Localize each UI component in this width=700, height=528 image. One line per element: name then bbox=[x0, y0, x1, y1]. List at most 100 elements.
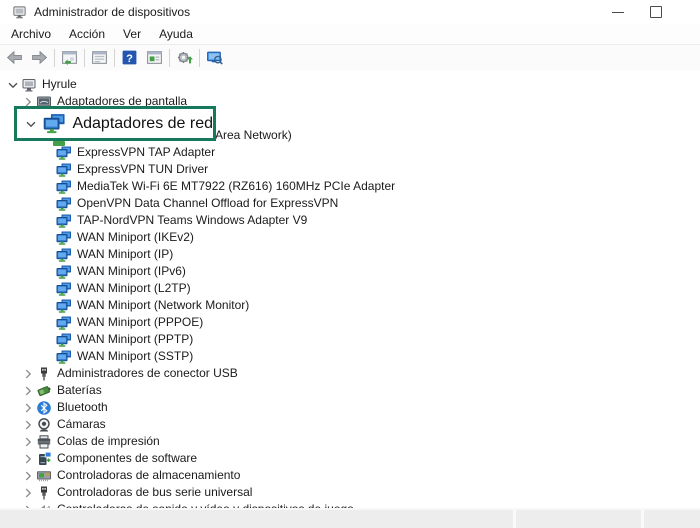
menu-ver[interactable]: Ver bbox=[114, 24, 150, 44]
chevron-right-icon[interactable] bbox=[20, 434, 36, 450]
update-driver-button[interactable] bbox=[172, 46, 197, 69]
storage-icon bbox=[36, 468, 52, 484]
usb-icon bbox=[36, 485, 52, 501]
tree-item-label: WAN Miniport (IP) bbox=[77, 247, 174, 261]
tree-item-controladoras-de-almacenamiento[interactable]: Controladoras de almacenamiento bbox=[0, 467, 700, 484]
tree-item-label: WAN Miniport (L2TP) bbox=[77, 281, 191, 295]
window-title: Administrador de dispositivos bbox=[34, 5, 191, 19]
toolbar-separator bbox=[199, 48, 200, 67]
usb-icon bbox=[36, 366, 52, 382]
close-button[interactable]: ✕ bbox=[684, 0, 700, 24]
tree-item-camaras[interactable]: Cámaras bbox=[0, 416, 700, 433]
network-adapter-icon bbox=[56, 247, 72, 263]
properties-button[interactable] bbox=[87, 46, 112, 69]
network-adapter-icon bbox=[56, 196, 72, 212]
tree-item-openvpn-data-channel-offload-for-expressvpn[interactable]: OpenVPN Data Channel Offload for Express… bbox=[0, 195, 700, 212]
tree-item-bluetooth[interactable]: Bluetooth bbox=[0, 399, 700, 416]
network-adapter-icon bbox=[56, 230, 72, 246]
tree-item-label: MediaTek Wi-Fi 6E MT7922 (RZ616) 160MHz … bbox=[77, 179, 396, 193]
tree-item-label: Baterías bbox=[57, 383, 102, 397]
tree-item-controladoras-de-sonido-y-video-y-dispositivos-de-juego[interactable]: Controladoras de sonido y vídeo y dispos… bbox=[0, 501, 700, 508]
tree-item-label: Controladoras de bus serie universal bbox=[57, 485, 253, 499]
chevron-right-icon[interactable] bbox=[20, 366, 36, 382]
icon-stand-remnant bbox=[53, 141, 65, 146]
help-button[interactable]: ? bbox=[117, 46, 142, 69]
tree-item-wan-miniport-ipv6[interactable]: WAN Miniport (IPv6) bbox=[0, 263, 700, 280]
toolbar-separator bbox=[84, 48, 85, 67]
maximize-icon bbox=[650, 6, 662, 18]
chevron-right-icon[interactable] bbox=[20, 485, 36, 501]
tree-item-hyrule[interactable]: Hyrule bbox=[0, 76, 700, 93]
chevron-right-icon[interactable] bbox=[20, 451, 36, 467]
tree-item-label: WAN Miniport (PPPOE) bbox=[77, 315, 204, 329]
chevron-right-icon[interactable] bbox=[20, 400, 36, 416]
tree-item-label: WAN Miniport (Network Monitor) bbox=[77, 298, 250, 312]
network-adapter-icon bbox=[56, 179, 72, 195]
console-tree-button[interactable] bbox=[57, 46, 82, 69]
battery-icon bbox=[36, 383, 52, 399]
minimize-button[interactable] bbox=[598, 0, 638, 24]
chevron-right-icon[interactable] bbox=[20, 383, 36, 399]
toolbar-separator bbox=[54, 48, 55, 67]
tree-item-label: Colas de impresión bbox=[57, 434, 160, 448]
network-adapter-icon bbox=[56, 332, 72, 348]
network-adapter-icon bbox=[56, 213, 72, 229]
tree-item-label: ExpressVPN TUN Driver bbox=[77, 162, 209, 176]
tree-item-label: Administradores de conector USB bbox=[57, 366, 238, 380]
forward-button[interactable] bbox=[27, 46, 52, 69]
device-manager-window: Administrador de dispositivos ✕ ArchivoA… bbox=[0, 0, 700, 528]
network-adapter-icon bbox=[56, 298, 72, 314]
tree-item-colas-de-impresion[interactable]: Colas de impresión bbox=[0, 433, 700, 450]
bluetooth-icon bbox=[36, 400, 52, 416]
back-icon bbox=[6, 49, 23, 66]
tree-item-adaptadores-de-red[interactable]: Adaptadores de red bbox=[72, 115, 213, 133]
toolbar: ? bbox=[0, 45, 700, 71]
tree-item-expressvpn-tap-adapter[interactable]: ExpressVPN TAP Adapter bbox=[0, 144, 700, 161]
tree-item-baterias[interactable]: Baterías bbox=[0, 382, 700, 399]
tree-item-mediatek-wi-fi-6e-mt7922-rz616-160mhz-pcie-adapter[interactable]: MediaTek Wi-Fi 6E MT7922 (RZ616) 160MHz … bbox=[0, 178, 700, 195]
scan-hardware-button[interactable] bbox=[202, 46, 227, 69]
tree-item-wan-miniport-ip[interactable]: WAN Miniport (IP) bbox=[0, 246, 700, 263]
tree-item-label: Bluetooth bbox=[57, 400, 108, 414]
tree-item-tap-nordvpn-teams-windows-adapter-v9[interactable]: TAP-NordVPN Teams Windows Adapter V9 bbox=[0, 212, 700, 229]
menu-accion[interactable]: Acción bbox=[60, 24, 114, 44]
title-bar: Administrador de dispositivos ✕ bbox=[0, 0, 700, 24]
computer-icon bbox=[21, 77, 37, 93]
menu-archivo[interactable]: Archivo bbox=[2, 24, 60, 44]
tree-item-wan-miniport-ikev2[interactable]: WAN Miniport (IKEv2) bbox=[0, 229, 700, 246]
back-button[interactable] bbox=[2, 46, 27, 69]
tree-item-wan-miniport-l2tp[interactable]: WAN Miniport (L2TP) bbox=[0, 280, 700, 297]
minimize-icon bbox=[612, 11, 624, 13]
maximize-button[interactable] bbox=[636, 0, 676, 24]
bottom-bar-divider bbox=[513, 510, 516, 528]
bottom-bar-divider bbox=[641, 510, 644, 528]
tree-item-administradores-de-conector-usb[interactable]: Administradores de conector USB bbox=[0, 365, 700, 382]
tree-item-label: OpenVPN Data Channel Offload for Express… bbox=[77, 196, 339, 210]
chevron-down-icon[interactable] bbox=[5, 77, 21, 93]
tree-item-controladoras-de-bus-serie-universal[interactable]: Controladoras de bus serie universal bbox=[0, 484, 700, 501]
tree-item-componentes-de-software[interactable]: Componentes de software bbox=[0, 450, 700, 467]
tree-item-label: Hyrule bbox=[42, 77, 77, 91]
tree-item-label: WAN Miniport (PPTP) bbox=[77, 332, 194, 346]
tree-item-label: WAN Miniport (IPv6) bbox=[77, 264, 186, 278]
chevron-right-icon[interactable] bbox=[20, 417, 36, 433]
tree-item-label: Cámaras bbox=[57, 417, 106, 431]
network-adapter-icon bbox=[56, 162, 72, 178]
tree-item-label: WAN Miniport (SSTP) bbox=[77, 349, 194, 363]
tree-item-expressvpn-tun-driver[interactable]: ExpressVPN TUN Driver bbox=[0, 161, 700, 178]
chevron-right-icon[interactable] bbox=[20, 468, 36, 484]
svg-text:?: ? bbox=[126, 53, 133, 65]
menu-bar: Archivo Acción Ver Ayuda bbox=[0, 24, 700, 45]
tree-item-wan-miniport-network-monitor[interactable]: WAN Miniport (Network Monitor) bbox=[0, 297, 700, 314]
tree-item-wan-miniport-sstp[interactable]: WAN Miniport (SSTP) bbox=[0, 348, 700, 365]
tree-item-label: Controladoras de sonido y vídeo y dispos… bbox=[57, 501, 354, 508]
tree-item-wan-miniport-pppoe[interactable]: WAN Miniport (PPPOE) bbox=[0, 314, 700, 331]
tree-item-wan-miniport-pptp[interactable]: WAN Miniport (PPTP) bbox=[0, 331, 700, 348]
network-adapter-icon bbox=[43, 112, 66, 135]
devices-button[interactable] bbox=[142, 46, 167, 69]
tree-item-label: ExpressVPN TAP Adapter bbox=[77, 145, 216, 159]
menu-ayuda[interactable]: Ayuda bbox=[150, 24, 202, 44]
network-adapter-icon bbox=[56, 315, 72, 331]
network-adapter-icon bbox=[56, 145, 72, 161]
chevron-down-icon[interactable] bbox=[22, 115, 39, 133]
